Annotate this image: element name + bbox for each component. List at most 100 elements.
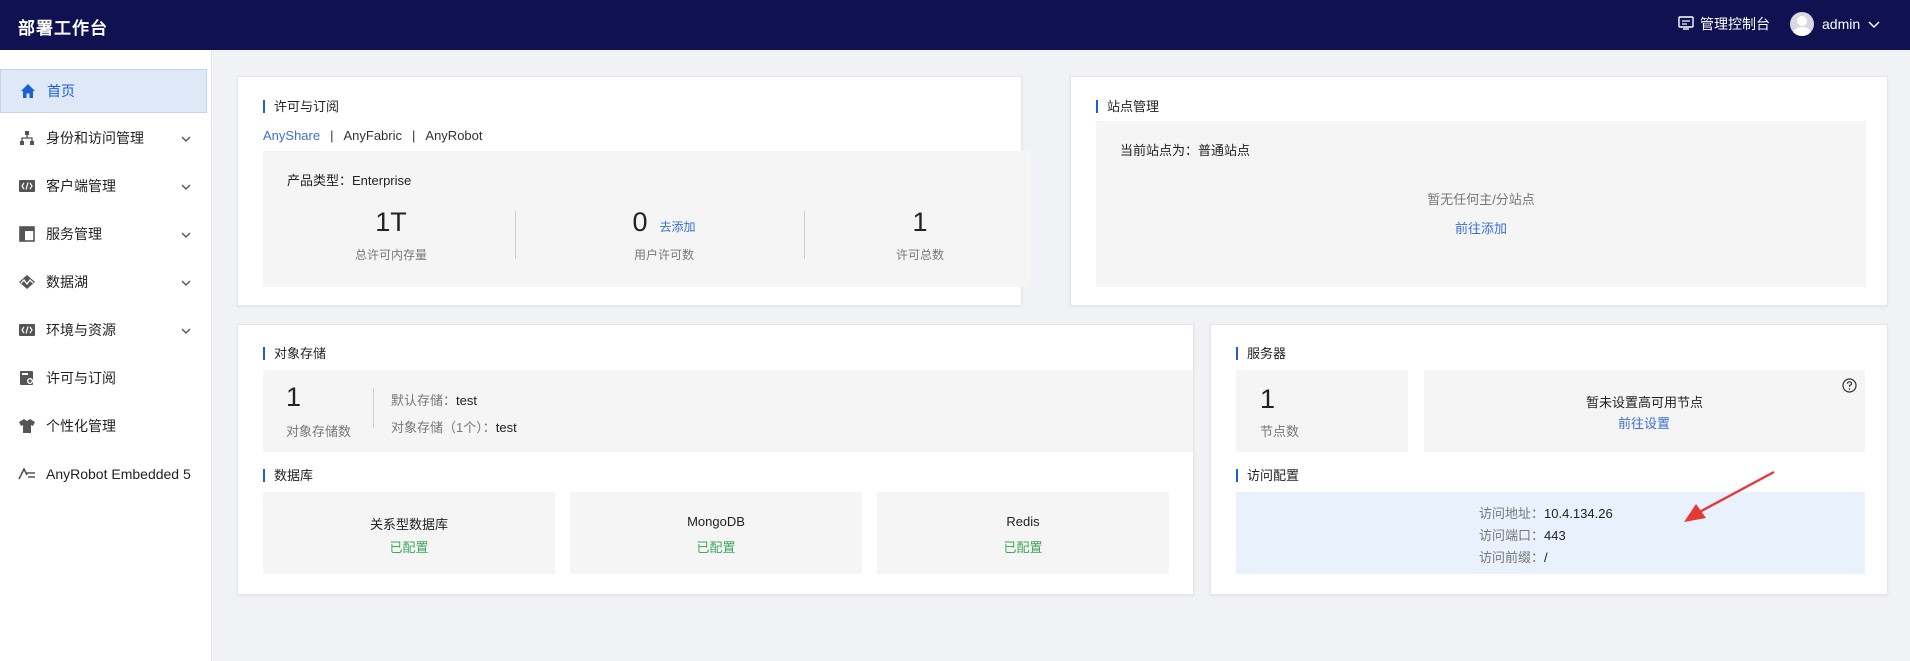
license-title: 许可与订阅: [263, 100, 339, 113]
add-site-link[interactable]: 前往添加: [1431, 218, 1531, 237]
license-icon: [18, 369, 36, 387]
chevron-down-icon: [181, 178, 191, 194]
database-item: 关系型数据库 已配置: [263, 492, 555, 574]
tab-separator: |: [330, 128, 334, 143]
console-icon: [1678, 15, 1694, 33]
license-panel: 产品类型：Enterprise 1T 总许可内存量 0 去添加 用户许可数 1 许…: [263, 151, 1031, 287]
database-status: 已配置: [389, 540, 429, 555]
database-status: 已配置: [696, 540, 736, 555]
ha-text: 暂未设置高可用节点: [1585, 395, 1703, 410]
stat-value: 1T: [375, 207, 407, 237]
sidebar-item-label: 个性化管理: [46, 418, 116, 434]
sidebar-item-label: 首页: [47, 83, 75, 99]
chevron-down-icon: [181, 226, 191, 242]
access-prefix-label: 访问前缀：: [1479, 550, 1545, 565]
chevron-down-icon: [181, 130, 191, 146]
annotation-arrow-icon: [1684, 470, 1775, 522]
help-icon[interactable]: [1842, 378, 1857, 396]
database-name: MongoDB: [687, 514, 745, 529]
sidebar-item-label: AnyRobot Embedded 5: [46, 466, 191, 482]
storage-count: 1: [286, 382, 302, 412]
storage-database-card: 对象存储 1 对象存储数 默认存储：test 对象存储（1个）：test 数据库…: [237, 324, 1194, 595]
add-license-link[interactable]: 去添加: [660, 220, 696, 234]
stat-label: 用户许可数: [633, 248, 694, 262]
stat-label: 总许可内存量: [354, 248, 427, 262]
tab-separator: |: [412, 128, 416, 143]
server-access-card: 服务器 1 节点数 暂未设置高可用节点 前往设置 访问配置 访问地址：10.4.…: [1210, 324, 1888, 595]
sidebar-item-client[interactable]: 客户端管理: [0, 164, 207, 208]
sidebar-item-label: 客户端管理: [46, 178, 116, 194]
access-title: 访问配置: [1236, 469, 1299, 482]
sidebar-item-environment[interactable]: 环境与资源: [0, 308, 207, 352]
storage-list-label: 对象存储（1个）：: [391, 420, 496, 435]
top-bar: 部署工作台 管理控制台 admin: [0, 0, 1910, 50]
ha-settings-link[interactable]: 前往设置: [1594, 413, 1694, 432]
database-item: Redis 已配置: [877, 492, 1169, 574]
divider: [804, 211, 805, 259]
empty-sites-text: 暂无任何主/分站点: [1427, 192, 1535, 207]
sidebar-item-identity[interactable]: 身份和访问管理: [0, 116, 207, 160]
divider: [373, 388, 374, 428]
code-window-icon: [18, 177, 36, 195]
chevron-down-icon: [1868, 16, 1880, 32]
shirt-icon: [18, 417, 36, 435]
default-storage: 默认存储：test: [391, 390, 477, 409]
console-label: 管理控制台: [1700, 16, 1770, 32]
access-address-value: 10.4.134.26: [1544, 506, 1613, 521]
access-details: 访问地址：10.4.134.26 访问端口：443 访问前缀：/: [1479, 503, 1613, 569]
tab-anyfabric[interactable]: AnyFabric: [343, 128, 402, 143]
sidebar-item-label: 环境与资源: [46, 322, 116, 338]
user-menu[interactable]: admin: [1790, 12, 1880, 36]
node-count-label: 节点数: [1260, 424, 1300, 439]
avatar: [1790, 12, 1814, 36]
app-title: 部署工作台: [18, 19, 108, 38]
chevron-down-icon: [181, 274, 191, 290]
ha-panel: 暂未设置高可用节点 前往设置: [1424, 370, 1865, 452]
sidebar-item-label: 许可与订阅: [46, 370, 116, 386]
wave-icon: [18, 273, 36, 291]
sidebar-item-label: 身份和访问管理: [46, 130, 144, 146]
storage-list-value: test: [495, 420, 517, 435]
current-site: 当前站点为：普通站点: [1120, 143, 1251, 158]
storage-count-label: 对象存储数: [286, 424, 352, 439]
access-port-label: 访问端口：: [1479, 528, 1545, 543]
stat-label: 许可总数: [895, 248, 944, 262]
stat-user-licenses: 0 去添加 用户许可数: [519, 207, 809, 263]
access-prefix-value: /: [1544, 550, 1548, 565]
product-type: 产品类型：Enterprise: [287, 173, 412, 188]
access-address-label: 访问地址：: [1479, 506, 1545, 521]
chevron-down-icon: [181, 322, 191, 338]
sidebar-item-label: 服务管理: [46, 226, 102, 242]
access-port-value: 443: [1544, 528, 1566, 543]
node-count-panel: 1 节点数: [1236, 370, 1408, 452]
license-tabs: AnyShare | AnyFabric | AnyRobot: [263, 128, 483, 143]
home-icon: [19, 82, 37, 100]
sidebar-item-service[interactable]: 服务管理: [0, 212, 207, 256]
divider: [515, 211, 516, 259]
sidebar: 首页 身份和访问管理 客户端管理 服务管理 数据湖 环境与资源 许可与订阅 个性…: [0, 50, 212, 661]
default-storage-value: test: [456, 393, 477, 408]
object-storage-title: 对象存储: [263, 347, 326, 360]
layout-icon: [18, 225, 36, 243]
site-card: 站点管理 当前站点为：普通站点 暂无任何主/分站点 前往添加: [1070, 76, 1888, 306]
server-title: 服务器: [1236, 347, 1286, 360]
object-storage-panel: 1 对象存储数 默认存储：test 对象存储（1个）：test: [263, 370, 1193, 452]
tab-anyshare[interactable]: AnyShare: [263, 128, 320, 143]
site-title: 站点管理: [1096, 100, 1159, 113]
default-storage-label: 默认存储：: [391, 393, 457, 408]
org-tree-icon: [18, 129, 36, 147]
sidebar-item-anyrobot[interactable]: AnyRobot Embedded 5: [0, 452, 207, 496]
database-title: 数据库: [263, 469, 313, 482]
user-name: admin: [1822, 16, 1861, 32]
license-card: 许可与订阅 AnyShare | AnyFabric | AnyRobot 产品…: [237, 76, 1031, 306]
stat-license-total: 1 许可总数: [809, 207, 1031, 263]
sidebar-item-datalake[interactable]: 数据湖: [0, 260, 207, 304]
console-button[interactable]: 管理控制台: [1678, 14, 1770, 34]
tab-anyrobot[interactable]: AnyRobot: [425, 128, 482, 143]
sidebar-item-personalization[interactable]: 个性化管理: [0, 404, 207, 448]
stat-value: 0: [632, 207, 648, 237]
sidebar-item-home[interactable]: 首页: [0, 69, 207, 113]
database-name: Redis: [1006, 514, 1040, 529]
anyrobot-icon: [18, 465, 36, 483]
sidebar-item-license[interactable]: 许可与订阅: [0, 356, 207, 400]
